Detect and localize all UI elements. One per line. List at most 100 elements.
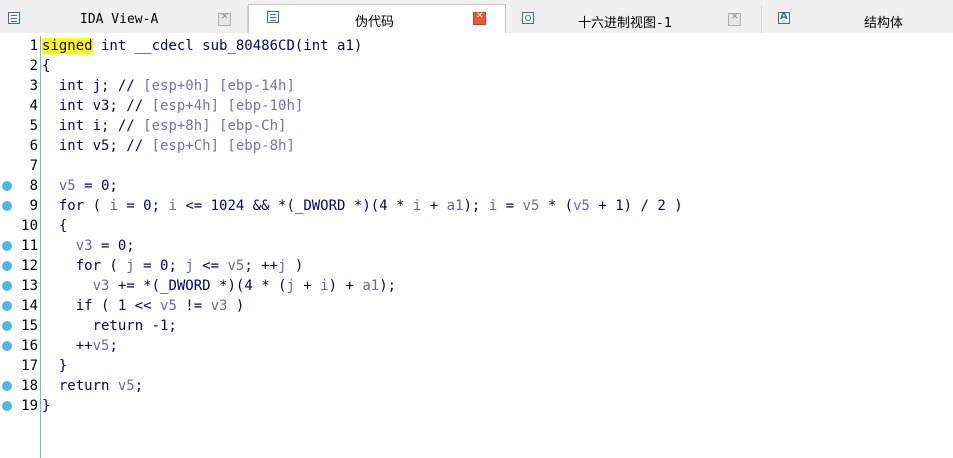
line-number: 10	[21, 218, 38, 234]
code-line-17[interactable]: }	[42, 356, 67, 376]
code-line-4[interactable]: int v3; // [esp+4h] [ebp-10h]	[42, 96, 303, 116]
code-text: for (	[42, 258, 127, 274]
variable-token[interactable]: v3	[76, 238, 93, 254]
tab-ida-view-a[interactable]: IDA View-A	[0, 6, 248, 33]
breakpoint-dot[interactable]	[2, 401, 12, 411]
breakpoint-dot[interactable]	[2, 201, 12, 211]
code-text: return -1;	[42, 318, 177, 334]
code-text: {	[42, 218, 68, 234]
close-icon[interactable]	[218, 12, 231, 26]
tab-structures[interactable]: 结构体	[762, 6, 953, 33]
code-text: += *(_DWORD *)(4 * (	[109, 278, 287, 294]
variable-token[interactable]: v5	[118, 378, 135, 394]
code-text: }	[42, 398, 51, 414]
code-line-8[interactable]: v5 = 0;	[42, 176, 118, 196]
hex-view-icon	[522, 12, 534, 24]
code-text: );	[379, 278, 397, 294]
breakpoint-dot[interactable]	[2, 281, 12, 291]
line-number-gutter: 1 2 3 4 5 6 7 8 9 10 11 12 13 14 15 16 1…	[0, 36, 40, 458]
breakpoint-dot[interactable]	[2, 181, 12, 191]
line-number: 5	[29, 118, 38, 134]
code-line-5[interactable]: int i; // [esp+8h] [ebp-Ch]	[42, 116, 287, 136]
variable-token[interactable]: v5	[227, 258, 244, 274]
code-line-3[interactable]: int j; // [esp+0h] [ebp-14h]	[42, 76, 295, 96]
variable-token[interactable]: v3	[211, 298, 228, 314]
code-line-12[interactable]: for ( j = 0; j <= v5; ++j )	[42, 256, 304, 276]
breakpoint-dot[interactable]	[2, 261, 12, 271]
code-text: int i; //	[42, 118, 144, 134]
code-line-18[interactable]: return v5;	[42, 376, 143, 396]
line-number: 1	[29, 38, 38, 54]
variable-token[interactable]: i	[109, 198, 117, 214]
code-text: return	[42, 378, 118, 394]
variable-token[interactable]: j	[126, 258, 134, 274]
code-text: = 0;	[134, 258, 186, 274]
breakpoint-dot[interactable]	[2, 381, 12, 391]
line-number: 6	[29, 138, 38, 154]
code-text: * (	[539, 198, 574, 214]
variable-token[interactable]: v5	[160, 298, 177, 314]
breakpoint-dot[interactable]	[2, 301, 12, 311]
code-text: if ( 1 <<	[42, 298, 161, 314]
code-text: +	[421, 198, 447, 214]
gutter-divider	[40, 36, 41, 458]
variable-token[interactable]: i	[489, 198, 497, 214]
tab-label: 伪代码	[355, 15, 395, 30]
variable-token[interactable]: j	[185, 258, 193, 274]
breakpoint-dot[interactable]	[2, 321, 12, 331]
comment-text: [esp+4h] [ebp-10h]	[151, 98, 304, 114]
code-text: ; ++	[244, 258, 279, 274]
line-number: 2	[29, 58, 38, 74]
variable-token[interactable]: i	[320, 278, 328, 294]
structures-icon	[778, 11, 790, 24]
code-text: ;	[109, 338, 118, 354]
code-line-13[interactable]: v3 += *(_DWORD *)(4 * (j + i) + a1);	[42, 276, 396, 296]
comment-text: [esp+Ch] [ebp-8h]	[151, 138, 295, 154]
breakpoint-dot[interactable]	[2, 341, 12, 351]
code-text: ++	[42, 338, 93, 354]
comment-text: [esp+0h] [ebp-14h]	[143, 78, 295, 94]
code-line-1[interactable]: signed int __cdecl sub_80486CD(int a1)	[42, 36, 362, 56]
tab-label: 十六进制视图-1	[578, 16, 672, 31]
variable-token[interactable]: i	[168, 198, 176, 214]
variable-token[interactable]: a1	[447, 198, 464, 214]
breakpoint-dot[interactable]	[2, 241, 12, 251]
line-number: 17	[21, 358, 38, 374]
variable-token[interactable]: v5	[573, 198, 590, 214]
variable-token[interactable]: a1	[362, 278, 379, 294]
code-line-10[interactable]: {	[42, 216, 67, 236]
code-line-19[interactable]: }	[42, 396, 50, 416]
tab-label: IDA View-A	[80, 12, 159, 27]
document-icon	[8, 12, 20, 24]
close-icon[interactable]	[473, 11, 486, 25]
comment-text: [esp+8h] [ebp-Ch]	[143, 118, 287, 134]
code-line-15[interactable]: return -1;	[42, 316, 177, 336]
variable-token[interactable]: v3	[93, 278, 110, 294]
code-text: ;	[134, 378, 144, 394]
line-number: 3	[29, 78, 38, 94]
variable-token[interactable]: v5	[523, 198, 540, 214]
code-line-2[interactable]: {	[42, 56, 50, 76]
code-text: ) +	[328, 278, 363, 294]
close-icon[interactable]	[728, 12, 741, 26]
variable-token[interactable]: v5	[93, 338, 110, 354]
code-text: {	[42, 58, 51, 74]
line-number: 7	[29, 158, 38, 174]
code-text: +	[294, 278, 321, 294]
code-line-16[interactable]: ++v5;	[42, 336, 118, 356]
tab-label: 结构体	[864, 16, 904, 31]
code-text: for (	[42, 198, 110, 214]
tab-pseudocode[interactable]: 伪代码	[248, 4, 506, 33]
code-line-14[interactable]: if ( 1 << v5 != v3 )	[42, 296, 245, 316]
variable-token[interactable]: v5	[59, 178, 76, 194]
code-text: <= 1024 && *(_DWORD *)(4 *	[176, 198, 413, 214]
code-line-6[interactable]: int v5; // [esp+Ch] [ebp-8h]	[42, 136, 295, 156]
variable-token[interactable]: j	[286, 278, 294, 294]
code-text: int __cdecl sub_80486CD(int a1)	[92, 38, 363, 54]
code-text: );	[463, 198, 489, 214]
code-line-9[interactable]: for ( i = 0; i <= 1024 && *(_DWORD *)(4 …	[42, 196, 683, 216]
tab-hex-view[interactable]: 十六进制视图-1	[506, 6, 762, 33]
code-line-11[interactable]: v3 = 0;	[42, 236, 135, 256]
